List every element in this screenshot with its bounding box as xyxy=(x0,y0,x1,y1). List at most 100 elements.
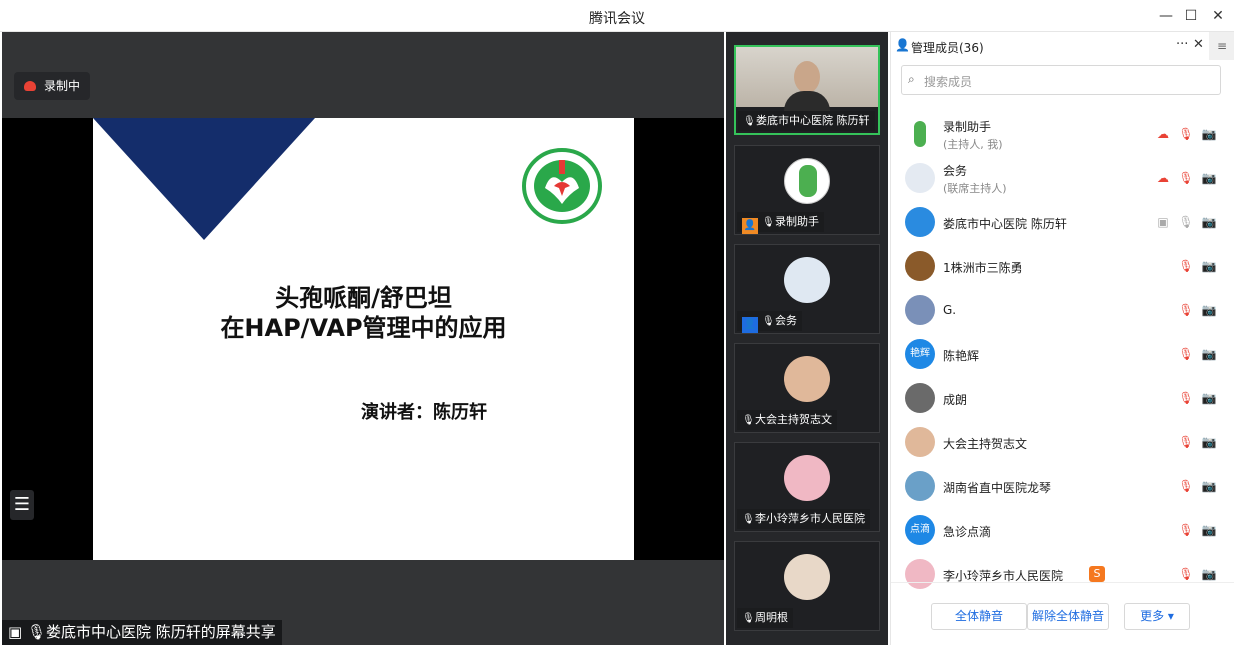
window-title: 腾讯会议 xyxy=(589,11,645,27)
member-row[interactable]: G. 🎙 📷 xyxy=(891,288,1234,332)
screen-share-icon: ▣ xyxy=(1157,215,1169,229)
avatar xyxy=(784,554,830,600)
mic-muted-icon[interactable]: 🎙 xyxy=(1178,566,1194,582)
camera-off-icon[interactable]: 📷 xyxy=(1201,478,1217,494)
tile-name-text: 李小玲萍乡市人民医院 xyxy=(755,512,865,525)
menu-icon[interactable]: ≡ xyxy=(1209,32,1234,60)
camera-icon[interactable]: 📷 xyxy=(1201,214,1217,230)
member-row[interactable]: 成朗 🎙 📷 xyxy=(891,376,1234,420)
recording-indicator[interactable]: 录制中 xyxy=(14,72,91,100)
mic-muted-icon[interactable]: 🎙 xyxy=(1178,258,1194,274)
share-label: 娄底市中心医院 陈历轩的屏幕共享 xyxy=(46,623,276,641)
tile-name: 👤 🎙录制助手 xyxy=(737,212,824,234)
mic-muted-icon: 🎙 xyxy=(762,217,775,228)
avatar xyxy=(784,158,830,204)
avatar xyxy=(784,257,830,303)
avatar-dino xyxy=(914,121,926,147)
tile-name: 🎙大会主持贺志文 xyxy=(737,410,837,430)
member-name: 湖南省直中医院龙琴 xyxy=(943,481,1052,495)
tile-name: 🎙娄底市中心医院 陈历轩 xyxy=(738,111,875,131)
avatar: 艳辉 xyxy=(905,339,935,369)
title-bar: 腾讯会议 — ☐ ✕ xyxy=(0,0,1234,32)
video-tile[interactable]: 🎙李小玲萍乡市人民医院 xyxy=(734,442,880,532)
camera-off-icon[interactable]: 📷 xyxy=(1201,522,1217,538)
maximize-icon[interactable]: ☐ xyxy=(1181,6,1201,26)
member-name: 录制助手 xyxy=(943,120,992,134)
person-icon: 👤 xyxy=(895,38,910,52)
tile-name-text: 周明根 xyxy=(755,611,788,624)
unmute-all-button[interactable]: 解除全体静音 xyxy=(1027,603,1109,630)
more-options-icon[interactable]: ··· xyxy=(1176,37,1188,52)
user-badge-icon: 👤 xyxy=(742,317,758,333)
tile-name: 🎙李小玲萍乡市人民医院 xyxy=(737,509,870,529)
camera-off-icon[interactable]: 📷 xyxy=(1201,302,1217,318)
panel-title: 管理成员(36) xyxy=(911,41,984,55)
avatar xyxy=(905,251,935,281)
close-panel-icon[interactable]: ✕ xyxy=(1193,37,1204,52)
member-row[interactable]: 大会主持贺志文 🎙 📷 xyxy=(891,420,1234,464)
member-row[interactable]: 点滴 急诊点滴 🎙 📷 xyxy=(891,508,1234,552)
more-button[interactable]: 更多 ▾ xyxy=(1124,603,1190,630)
mic-icon: 🎙 xyxy=(26,623,47,641)
member-name: 会务 xyxy=(943,164,968,178)
input-method-icon[interactable]: S xyxy=(1089,566,1105,582)
video-tile[interactable]: 👤 🎙录制助手 xyxy=(734,145,880,235)
search-icon: ⌕ xyxy=(908,72,915,86)
avatar xyxy=(905,471,935,501)
mic-muted-icon[interactable]: 🎙 xyxy=(1178,170,1194,186)
member-row[interactable]: 艳辉 陈艳辉 🎙 📷 xyxy=(891,332,1234,376)
share-status-bar: ▣ 🎙娄底市中心医院 陈历轩的屏幕共享 xyxy=(2,620,282,645)
camera-off-icon[interactable]: 📷 xyxy=(1201,170,1217,186)
camera-off-icon[interactable]: 📷 xyxy=(1201,346,1217,362)
video-tile[interactable]: 🎙周明根 xyxy=(734,541,880,631)
member-role: (主持人, 我) xyxy=(943,138,1003,151)
avatar xyxy=(905,295,935,325)
camera-off-icon[interactable]: 📷 xyxy=(1201,434,1217,450)
minimize-icon[interactable]: — xyxy=(1156,6,1176,26)
mic-icon[interactable]: 🎙 xyxy=(1178,214,1194,230)
slide-speaker: 演讲者：陈历轩 xyxy=(361,402,487,423)
mic-muted-icon: 🎙 xyxy=(742,514,755,525)
member-name: 成朗 xyxy=(943,393,968,407)
mic-muted-icon[interactable]: 🎙 xyxy=(1178,434,1194,450)
mute-all-button[interactable]: 全体静音 xyxy=(931,603,1027,630)
mic-muted-icon[interactable]: 🎙 xyxy=(1178,522,1194,538)
search-placeholder: 搜索成员 xyxy=(924,75,973,89)
video-tile[interactable]: 🎙大会主持贺志文 xyxy=(734,343,880,433)
member-name: 急诊点滴 xyxy=(943,525,992,539)
mic-muted-icon[interactable]: 🎙 xyxy=(1178,346,1194,362)
camera-off-icon[interactable]: 📷 xyxy=(1201,258,1217,274)
member-name: 大会主持贺志文 xyxy=(943,437,1028,451)
tile-name-text: 会务 xyxy=(775,314,797,327)
member-row[interactable]: 湖南省直中医院龙琴 🎙 📷 xyxy=(891,464,1234,508)
mic-muted-icon[interactable]: 🎙 xyxy=(1178,126,1194,142)
mic-muted-icon: 🎙 xyxy=(742,613,755,624)
member-row[interactable]: 会务 (联席主持人) ☁ 🎙 📷 xyxy=(891,156,1234,200)
avatar xyxy=(784,455,830,501)
mic-muted-icon[interactable]: 🎙 xyxy=(1178,478,1194,494)
recording-label: 录制中 xyxy=(44,79,81,93)
mic-muted-icon[interactable]: 🎙 xyxy=(1178,302,1194,318)
close-icon[interactable]: ✕ xyxy=(1208,6,1228,26)
slide-triangle-decoration xyxy=(93,118,315,240)
slide-title-line-2: 在HAP/VAP管理中的应用 xyxy=(220,314,507,342)
tile-name-text: 大会主持贺志文 xyxy=(755,413,832,426)
avatar xyxy=(905,119,935,149)
camera-off-icon[interactable]: 📷 xyxy=(1201,126,1217,142)
tile-name-text: 录制助手 xyxy=(775,215,819,228)
mic-muted-icon[interactable]: 🎙 xyxy=(1178,390,1194,406)
video-tile[interactable]: 👤 🎙会务 xyxy=(734,244,880,334)
member-row[interactable]: 1株洲市三陈勇 🎙 📷 xyxy=(891,244,1234,288)
video-tile[interactable]: 🎙娄底市中心医院 陈历轩 xyxy=(734,45,880,135)
recording-cloud-icon: ☁ xyxy=(1157,171,1169,185)
camera-off-icon[interactable]: 📷 xyxy=(1201,566,1217,582)
members-panel: 👤 管理成员(36) ··· ✕ ≡ ⌕ 搜索成员 录制助手 (主持人, 我) … xyxy=(890,32,1234,645)
member-row[interactable]: 娄底市中心医院 陈历轩 ▣ 🎙 📷 xyxy=(891,200,1234,244)
member-name: 娄底市中心医院 陈历轩 xyxy=(943,217,1067,231)
list-icon[interactable]: ☰ xyxy=(10,490,34,520)
member-row[interactable]: 录制助手 (主持人, 我) ☁ 🎙 📷 xyxy=(891,112,1234,156)
camera-off-icon[interactable]: 📷 xyxy=(1201,390,1217,406)
member-search-input[interactable]: ⌕ 搜索成员 xyxy=(901,65,1221,95)
tile-name-text: 娄底市中心医院 陈历轩 xyxy=(756,114,870,127)
mic-muted-icon: 🎙 xyxy=(762,316,775,327)
